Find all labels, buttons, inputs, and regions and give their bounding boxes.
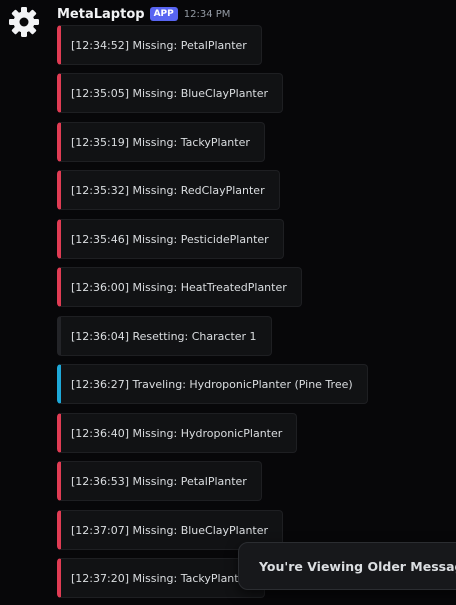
author-name[interactable]: MetaLaptop: [57, 7, 145, 22]
log-embed: [12:35:32] Missing: RedClayPlanter: [57, 170, 280, 210]
message-timestamp: 12:34 PM: [183, 8, 231, 20]
older-messages-label: You're Viewing Older Messages: [259, 558, 456, 574]
log-embed: [12:36:27] Traveling: HydroponicPlanter …: [57, 364, 368, 404]
log-embed-text: [12:35:19] Missing: TackyPlanter: [71, 135, 250, 149]
log-embed-text: [12:34:52] Missing: PetalPlanter: [71, 38, 247, 52]
log-embed: [12:35:19] Missing: TackyPlanter: [57, 122, 265, 162]
older-messages-button[interactable]: You're Viewing Older Messages: [238, 542, 456, 590]
log-embed-text: [12:36:27] Traveling: HydroponicPlanter …: [71, 377, 353, 391]
log-embed: [12:36:00] Missing: HeatTreatedPlanter: [57, 267, 302, 307]
log-embed-text: [12:37:07] Missing: BlueClayPlanter: [71, 523, 269, 537]
log-embed-text: [12:36:40] Missing: HydroponicPlanter: [71, 426, 283, 440]
log-embed: [12:35:46] Missing: PesticidePlanter: [57, 219, 284, 259]
chat-area: MetaLaptop APP 12:34 PM [12:34:52] Missi…: [0, 0, 456, 605]
log-embed-text: [12:35:05] Missing: BlueClayPlanter: [71, 86, 269, 100]
log-embed-text: [12:37:20] Missing: TackyPlanter: [71, 571, 250, 585]
log-embed: [12:34:52] Missing: PetalPlanter: [57, 25, 262, 65]
log-embed-text: [12:36:53] Missing: PetalPlanter: [71, 474, 247, 488]
log-embed: [12:36:53] Missing: PetalPlanter: [57, 461, 262, 501]
log-embed-text: [12:36:00] Missing: HeatTreatedPlanter: [71, 280, 287, 294]
gear-icon: [9, 7, 39, 37]
log-embed: [12:36:40] Missing: HydroponicPlanter: [57, 413, 298, 453]
log-embed: [12:36:04] Resetting: Character 1: [57, 316, 272, 356]
log-embed: [12:37:20] Missing: TackyPlanter: [57, 558, 265, 598]
log-embed-text: [12:36:04] Resetting: Character 1: [71, 329, 257, 343]
log-embed-text: [12:35:32] Missing: RedClayPlanter: [71, 183, 265, 197]
message-header: MetaLaptop APP 12:34 PM: [57, 4, 230, 24]
author-avatar[interactable]: [6, 4, 42, 40]
log-embed: [12:35:05] Missing: BlueClayPlanter: [57, 73, 284, 113]
log-embed-text: [12:35:46] Missing: PesticidePlanter: [71, 232, 269, 246]
app-badge: APP: [149, 7, 178, 21]
